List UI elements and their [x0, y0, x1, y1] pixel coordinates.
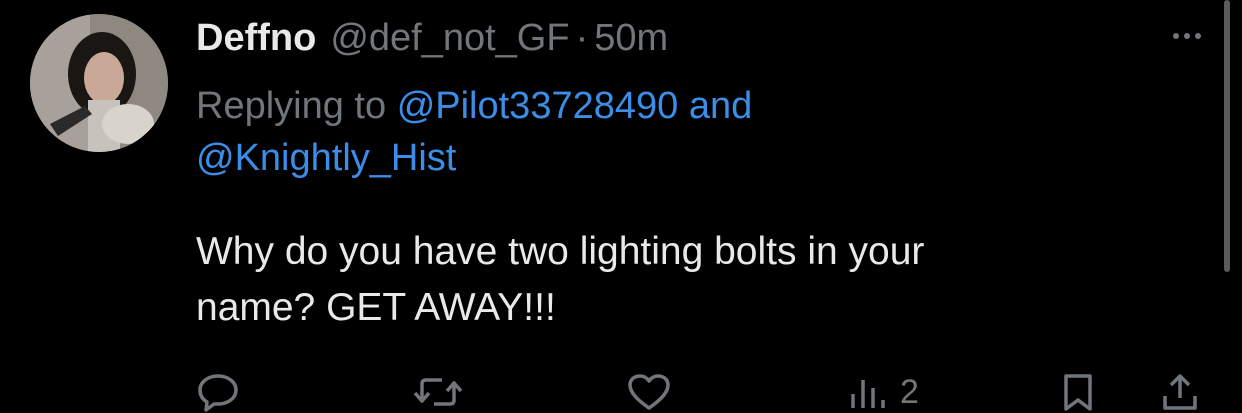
reply-button[interactable]: [196, 372, 240, 412]
more-options-button[interactable]: [1164, 18, 1210, 54]
heart-icon: [628, 374, 670, 410]
more-dot: [1195, 33, 1201, 39]
replying-conjunction[interactable]: and: [689, 85, 752, 127]
more-dot: [1173, 33, 1179, 39]
share-button[interactable]: [1160, 372, 1200, 412]
retweet-icon: [413, 378, 463, 406]
more-dot: [1184, 33, 1190, 39]
timestamp[interactable]: 50m: [594, 17, 668, 60]
replying-to-line: Replying to @Pilot33728490 and @Knightly…: [196, 80, 1176, 184]
avatar[interactable]: [30, 14, 168, 152]
views-icon: [851, 380, 885, 408]
separator-dot: ·: [575, 16, 589, 59]
bookmark-icon: [1064, 374, 1092, 411]
mention-link[interactable]: @Pilot33728490: [397, 85, 679, 127]
tweet-actions-bar: 2: [0, 360, 1242, 413]
display-name[interactable]: Deffno: [196, 17, 316, 60]
avatar-image: [30, 14, 168, 152]
share-icon: [1163, 374, 1197, 410]
mention-link[interactable]: @Knightly_Hist: [196, 137, 456, 179]
tweet-card[interactable]: Deffno @def_not_GF · 50m Replying to @Pi…: [0, 0, 1242, 413]
tweet-text-line: Why do you have two lighting bolts in yo…: [196, 230, 925, 273]
reply-icon: [198, 374, 238, 412]
scrollbar[interactable]: [1224, 0, 1230, 272]
tweet-header: Deffno @def_not_GF · 50m: [196, 14, 668, 62]
replying-prefix: Replying to: [196, 85, 387, 127]
tweet-text-line: name? GET AWAY!!!: [196, 286, 556, 329]
user-handle[interactable]: @def_not_GF: [330, 17, 569, 60]
like-button[interactable]: [626, 372, 672, 412]
views-count: 2: [900, 373, 919, 411]
tweet-text: Why do you have two lighting bolts in yo…: [196, 224, 1156, 336]
bookmark-button[interactable]: [1060, 372, 1096, 412]
views-button[interactable]: 2: [848, 372, 919, 412]
retweet-button[interactable]: [412, 372, 464, 412]
